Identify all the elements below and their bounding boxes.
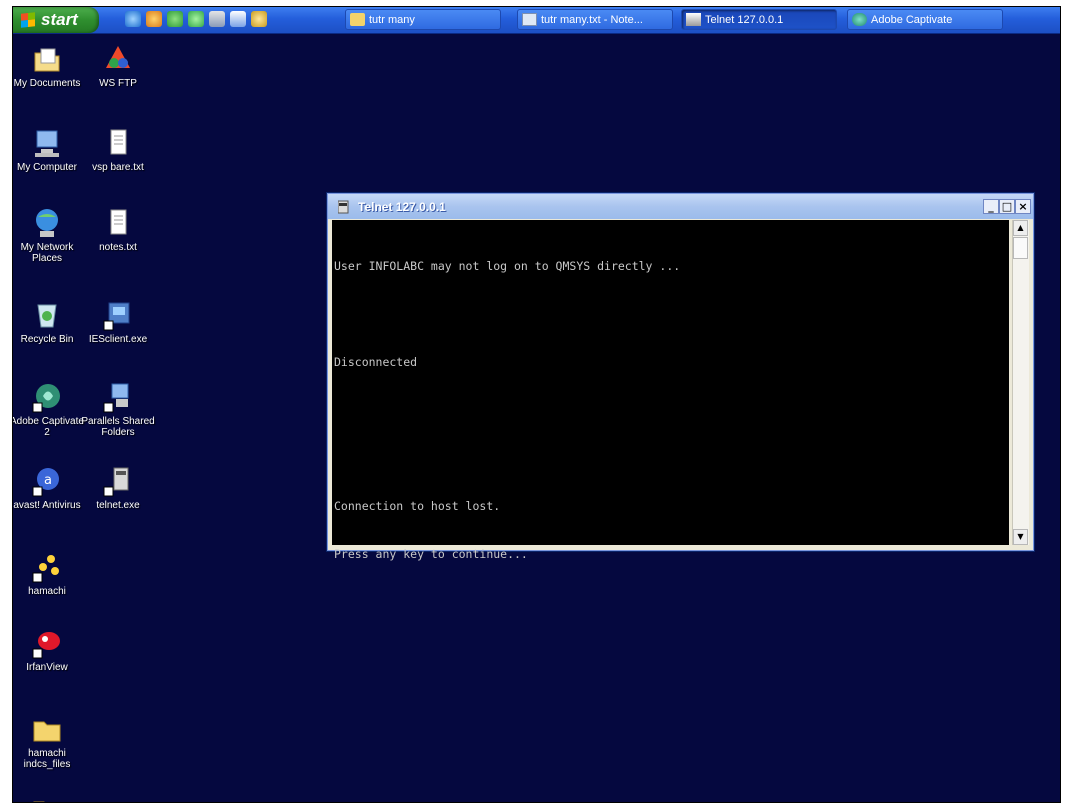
irfanview-icon bbox=[31, 627, 63, 659]
desktop-icon-label: Parallels Shared Folders bbox=[81, 416, 155, 438]
desktop: start tutr many tutr many.txt - Note... … bbox=[12, 6, 1061, 803]
my-documents-icon bbox=[31, 43, 63, 75]
avast-icon: a bbox=[31, 465, 63, 497]
taskbar-button-label: Telnet 127.0.0.1 bbox=[705, 13, 784, 26]
desktop-icon-hamachi[interactable]: hamachi bbox=[13, 551, 84, 597]
scroll-down-arrow-icon[interactable]: ▼ bbox=[1013, 529, 1028, 545]
window-title-bar[interactable]: Telnet 127.0.0.1 _ □ × bbox=[328, 194, 1033, 219]
my-computer-icon bbox=[31, 127, 63, 159]
desktop-icon-folder-partial[interactable] bbox=[13, 793, 84, 802]
telnet-icon bbox=[338, 200, 349, 213]
console-line: Press any key to continue... bbox=[334, 547, 528, 561]
minimize-button[interactable]: _ bbox=[983, 199, 999, 214]
folder-icon bbox=[350, 13, 365, 26]
messenger-icon[interactable] bbox=[167, 11, 183, 27]
desktop-icon-label: IrfanView bbox=[26, 662, 68, 673]
taskbar: start tutr many tutr many.txt - Note... … bbox=[13, 7, 1060, 34]
desktop-icon-label: vsp bare.txt bbox=[92, 162, 144, 173]
desktop-icon-label: hamachi indcs_files bbox=[23, 748, 71, 770]
desktop-icon-ws-ftp[interactable]: WS FTP bbox=[81, 43, 155, 89]
shared-folders-icon bbox=[102, 381, 134, 413]
text-file-icon bbox=[102, 207, 134, 239]
media-player-icon[interactable] bbox=[146, 11, 162, 27]
desktop-icon-vsp-bare[interactable]: vsp bare.txt bbox=[81, 127, 155, 173]
desktop-icon-label: WS FTP bbox=[99, 78, 137, 89]
console-line: Disconnected bbox=[334, 355, 418, 369]
vertical-scrollbar[interactable]: ▲ ▼ bbox=[1012, 220, 1029, 545]
start-button[interactable]: start bbox=[13, 7, 99, 33]
svg-text:a: a bbox=[44, 473, 52, 488]
desktop-icon-notes[interactable]: notes.txt bbox=[81, 207, 155, 253]
taskbar-button-notepad[interactable]: tutr many.txt - Note... bbox=[517, 9, 673, 30]
desktop-icon-label: Recycle Bin bbox=[20, 334, 74, 345]
close-button[interactable]: × bbox=[1015, 199, 1031, 214]
desktop-icon-recycle-bin[interactable]: Recycle Bin bbox=[13, 299, 84, 345]
desktop-icon-label: avast! Antivirus bbox=[13, 500, 81, 511]
recycle-bin-icon bbox=[31, 299, 63, 331]
taskbar-button-telnet[interactable]: Telnet 127.0.0.1 bbox=[681, 9, 837, 30]
window-title: Telnet 127.0.0.1 bbox=[358, 199, 446, 214]
captivate-icon bbox=[852, 13, 867, 26]
desktop-icon-my-documents[interactable]: My Documents bbox=[13, 43, 84, 89]
desktop-icon-label: telnet.exe bbox=[96, 500, 140, 511]
folder-icon bbox=[31, 793, 63, 802]
notepad-icon bbox=[522, 13, 537, 26]
desktop-icon-label: hamachi bbox=[28, 586, 66, 597]
desktop-icon-label: My Network Places bbox=[20, 242, 74, 264]
start-label: start bbox=[41, 10, 78, 29]
desktop-icon-hamachi-files[interactable]: hamachi indcs_files bbox=[13, 713, 84, 770]
network-icon[interactable] bbox=[188, 11, 204, 27]
taskbar-button-label: tutr many bbox=[369, 13, 415, 26]
hamachi-icon bbox=[31, 551, 63, 583]
desktop-icon-label: My Documents bbox=[13, 78, 81, 89]
ws-ftp-icon bbox=[102, 43, 134, 75]
quick-launch-bar bbox=[125, 11, 267, 27]
windows-flag-icon bbox=[21, 12, 35, 28]
console-output[interactable]: User INFOLABC may not log on to QMSYS di… bbox=[332, 220, 1009, 561]
exe-icon bbox=[102, 299, 134, 331]
scroll-thumb[interactable] bbox=[1013, 237, 1028, 259]
desktop-icon-irfanview[interactable]: IrfanView bbox=[13, 627, 84, 673]
text-file-icon bbox=[102, 127, 134, 159]
desktop-icon-avast[interactable]: a avast! Antivirus bbox=[13, 465, 84, 511]
desktop-icon-label: IESclient.exe bbox=[88, 334, 148, 345]
desktop-icon-label: Adobe Captivate 2 bbox=[12, 416, 84, 438]
desktop-icon-adobe-captivate[interactable]: Adobe Captivate 2 bbox=[12, 381, 84, 438]
desktop-icon-telnet-exe[interactable]: telnet.exe bbox=[81, 465, 155, 511]
taskbar-button-label: Adobe Captivate bbox=[871, 13, 953, 26]
captivate-icon bbox=[31, 381, 63, 413]
telnet-window[interactable]: Telnet 127.0.0.1 _ □ × User INFOLABC may… bbox=[327, 193, 1034, 561]
explorer-icon[interactable] bbox=[209, 11, 225, 27]
desktop-icon-iesclient[interactable]: IESclient.exe bbox=[81, 299, 155, 345]
console-line: User INFOLABC may not log on to QMSYS di… bbox=[334, 259, 681, 273]
desktop-icon-my-network-places[interactable]: My Network Places bbox=[13, 207, 84, 264]
desktop-icon-label: notes.txt bbox=[99, 242, 137, 253]
taskbar-button-label: tutr many.txt - Note... bbox=[541, 13, 643, 26]
desktop-icon-parallels-shared-folders[interactable]: Parallels Shared Folders bbox=[81, 381, 155, 438]
desktop-icon-label: My Computer bbox=[16, 162, 77, 173]
taskbar-button-captivate[interactable]: Adobe Captivate bbox=[847, 9, 1003, 30]
telnet-icon bbox=[686, 13, 701, 26]
tools-icon[interactable] bbox=[251, 11, 267, 27]
telnet-exe-icon bbox=[102, 465, 134, 497]
internet-explorer-icon[interactable] bbox=[125, 11, 141, 27]
scroll-up-arrow-icon[interactable]: ▲ bbox=[1013, 220, 1028, 236]
folder-icon bbox=[31, 713, 63, 745]
taskbar-button-folder[interactable]: tutr many bbox=[345, 9, 501, 30]
desktop-icon-my-computer[interactable]: My Computer bbox=[13, 127, 84, 173]
console-line: Connection to host lost. bbox=[334, 499, 501, 513]
maximize-button[interactable]: □ bbox=[999, 199, 1015, 214]
calendar-icon[interactable] bbox=[230, 11, 246, 27]
network-places-icon bbox=[31, 207, 63, 239]
